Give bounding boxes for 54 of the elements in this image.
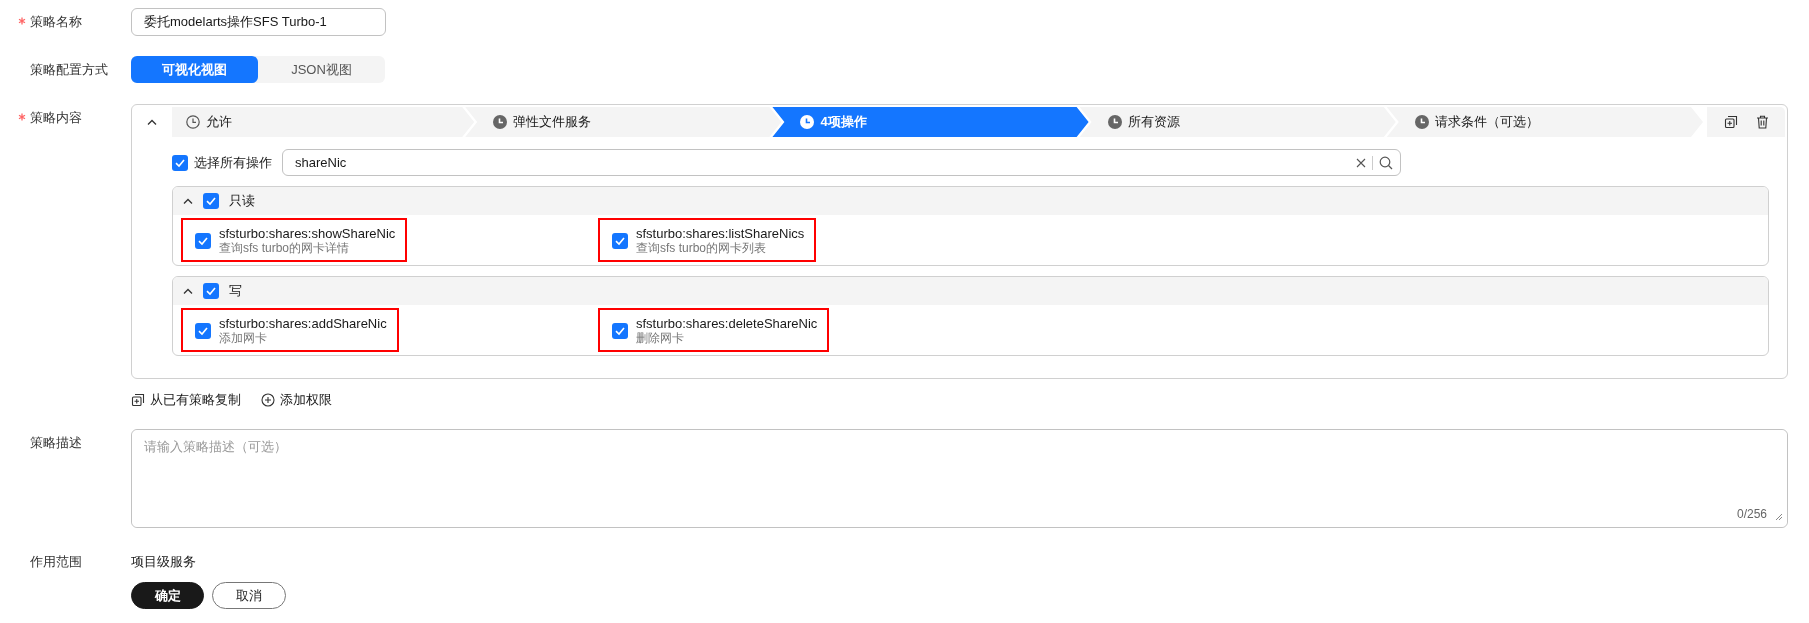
collapse-chevron-icon[interactable]	[183, 198, 193, 204]
delete-icon[interactable]	[1755, 115, 1769, 129]
copy-icon	[131, 393, 145, 407]
clock-icon	[493, 115, 508, 129]
action-name: sfsturbo:shares:addShareNic	[219, 316, 387, 331]
step-tab[interactable]: 弹性文件服务	[465, 107, 782, 137]
search-field[interactable]: shareNic	[282, 149, 1401, 176]
search-icon[interactable]	[1379, 155, 1393, 170]
clock-icon	[186, 115, 200, 129]
checkbox[interactable]	[203, 283, 219, 299]
view-tab[interactable]: JSON视图	[258, 56, 385, 83]
action-description: 添加网卡	[219, 331, 268, 346]
field-label: 策略配置方式	[30, 61, 108, 79]
action-description: 查询sfs turbo的网卡详情	[219, 241, 351, 256]
step-tab[interactable]: 4项操作	[772, 107, 1089, 137]
action-name: sfsturbo:shares:deleteShareNic	[636, 316, 818, 331]
field-label: 策略描述	[30, 434, 82, 452]
scope-value: 项目级服务	[131, 553, 196, 571]
checkbox[interactable]	[203, 193, 219, 209]
field-label: 策略内容	[30, 109, 82, 127]
clock-icon	[1414, 115, 1429, 129]
clock-icon	[1107, 115, 1122, 129]
view-tab[interactable]: 可视化视图	[131, 56, 258, 83]
duplicate-icon[interactable]	[1723, 115, 1738, 129]
checkbox-label: 选择所有操作	[194, 153, 272, 172]
checkbox[interactable]	[172, 154, 188, 171]
field-label: 策略名称	[30, 13, 82, 31]
link-button[interactable]: 添加权限	[261, 391, 332, 409]
action-description: 查询sfs turbo的网卡列表	[636, 241, 768, 256]
action-name: sfsturbo:shares:showShareNic	[219, 226, 396, 241]
action-description: 删除网卡	[636, 331, 685, 346]
confirm-button[interactable]: 确定	[131, 582, 204, 609]
add-circle-icon	[261, 393, 275, 407]
collapse-chevron-icon[interactable]	[183, 288, 193, 294]
collapse-chevron-icon[interactable]	[147, 119, 157, 125]
checkbox[interactable]	[612, 233, 628, 249]
checkbox[interactable]	[612, 323, 628, 339]
clear-icon[interactable]	[1356, 157, 1366, 168]
cancel-button[interactable]: 取消	[212, 582, 286, 609]
checkbox[interactable]	[195, 233, 211, 249]
policy-name-field[interactable]: 委托modelarts操作SFS Turbo-1	[131, 8, 386, 36]
checkbox[interactable]	[195, 323, 211, 339]
description-field[interactable]: 请输入策略描述（可选） 0/256	[131, 429, 1788, 528]
resize-grip-icon[interactable]	[1775, 513, 1783, 521]
step-tab[interactable]: 请求条件（可选）	[1386, 107, 1703, 137]
step-tab[interactable]: 所有资源	[1079, 107, 1396, 137]
group-title: 写	[229, 282, 242, 300]
action-name: sfsturbo:shares:listShareNics	[636, 226, 805, 241]
step-tab[interactable]: 允许	[172, 107, 475, 137]
group-title: 只读	[229, 192, 255, 210]
character-counter: 0/256	[1736, 507, 1767, 521]
clock-icon	[800, 115, 815, 129]
link-button[interactable]: 从已有策略复制	[131, 391, 241, 409]
field-label: 作用范围	[30, 553, 82, 571]
